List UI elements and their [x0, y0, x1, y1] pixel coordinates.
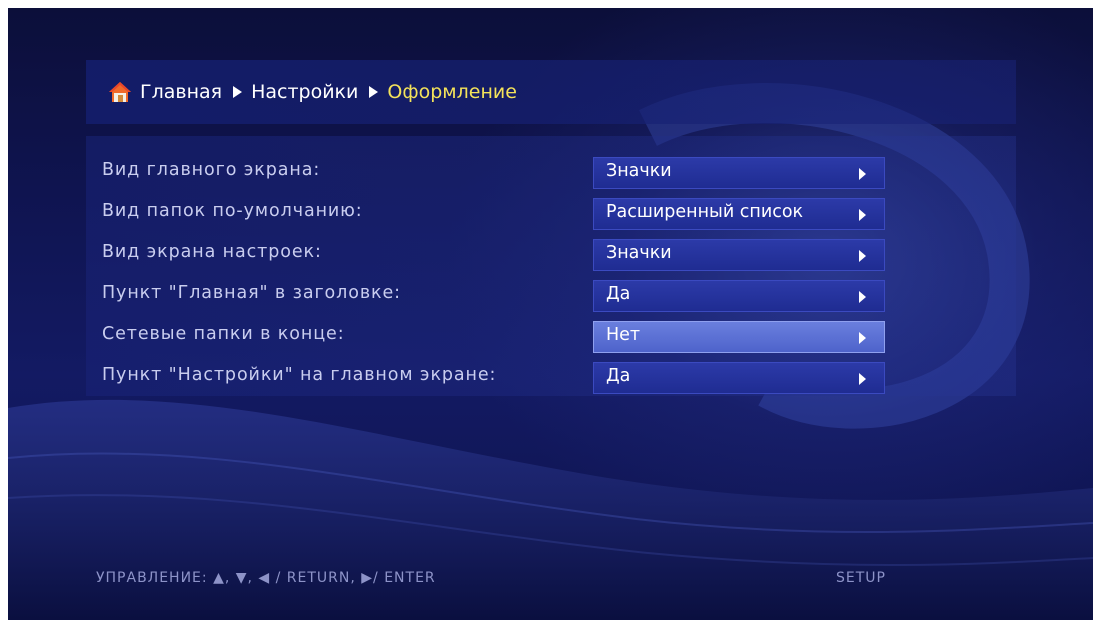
setup-hint: SETUP — [836, 570, 886, 586]
chevron-right-icon — [859, 332, 866, 344]
chevron-right-icon — [859, 209, 866, 221]
setting-row-network-folders-at-end[interactable]: Сетевые папки в конце: Нет — [86, 321, 1016, 353]
breadcrumb: Главная Настройки Оформление — [86, 60, 1016, 124]
setting-value: Значки — [606, 243, 672, 263]
setting-row-home-in-header[interactable]: Пункт "Главная" в заголовке: Да — [86, 280, 1016, 312]
breadcrumb-settings[interactable]: Настройки — [251, 81, 358, 103]
setting-value-selector[interactable]: Да — [593, 362, 885, 394]
setting-value: Значки — [606, 161, 672, 181]
setting-value: Нет — [606, 325, 641, 345]
breadcrumb-current: Оформление — [387, 81, 517, 103]
setting-row-default-folder-view[interactable]: Вид папок по-умолчанию: Расширенный спис… — [86, 198, 1016, 230]
setting-label: Пункт "Настройки" на главном экране: — [102, 365, 497, 385]
setting-label: Пункт "Главная" в заголовке: — [102, 283, 401, 303]
setting-value: Да — [606, 366, 631, 386]
breadcrumb-home[interactable]: Главная — [140, 81, 222, 103]
setting-value-selector[interactable]: Да — [593, 280, 885, 312]
controls-hint: УПРАВЛЕНИЕ: ▲, ▼, ◀ / RETURN, ▶/ ENTER — [96, 570, 436, 586]
setting-row-settings-on-main-screen[interactable]: Пункт "Настройки" на главном экране: Да — [86, 362, 1016, 394]
chevron-right-icon — [859, 291, 866, 303]
setting-label: Вид экрана настроек: — [102, 242, 322, 262]
setting-value-selector[interactable]: Значки — [593, 157, 885, 189]
setting-value-selector[interactable]: Расширенный список — [593, 198, 885, 230]
setting-value-selector[interactable]: Значки — [593, 239, 885, 271]
tv-screen: Главная Настройки Оформление Вид главног… — [8, 8, 1093, 620]
setting-value: Да — [606, 284, 631, 304]
footer-hint-bar: УПРАВЛЕНИЕ: ▲, ▼, ◀ / RETURN, ▶/ ENTER S… — [86, 568, 1016, 598]
chevron-right-icon — [859, 250, 866, 262]
setting-label: Вид папок по-умолчанию: — [102, 201, 363, 221]
setting-row-main-screen-view[interactable]: Вид главного экрана: Значки — [86, 157, 1016, 189]
setting-value-selector-focused[interactable]: Нет — [593, 321, 885, 353]
home-icon — [108, 81, 132, 103]
chevron-right-icon — [369, 86, 379, 98]
chevron-right-icon — [859, 373, 866, 385]
setting-value: Расширенный список — [606, 202, 804, 222]
chevron-right-icon — [233, 86, 243, 98]
setting-row-settings-screen-view[interactable]: Вид экрана настроек: Значки — [86, 239, 1016, 271]
setting-label: Сетевые папки в конце: — [102, 324, 345, 344]
setting-label: Вид главного экрана: — [102, 160, 321, 180]
chevron-right-icon — [859, 168, 866, 180]
settings-panel: Вид главного экрана: Значки Вид папок по… — [86, 136, 1016, 396]
